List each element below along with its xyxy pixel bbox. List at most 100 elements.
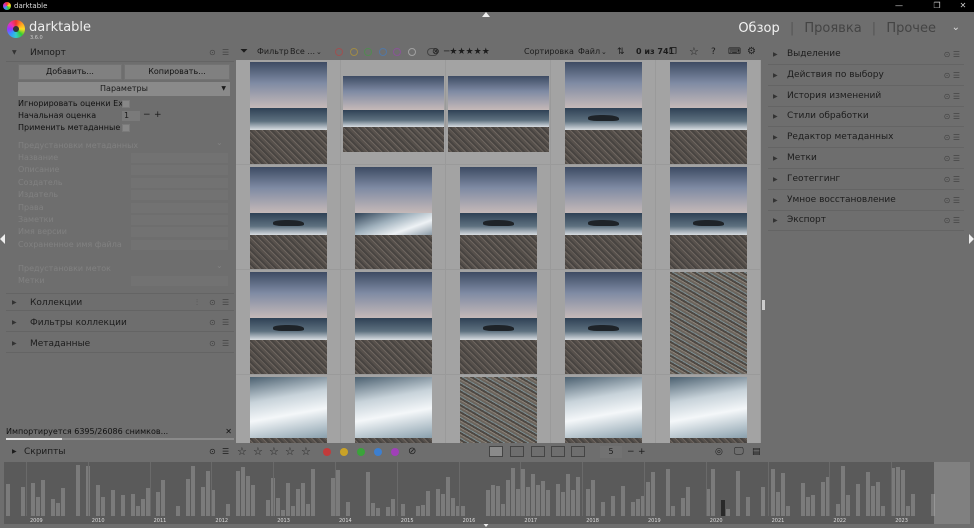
apply-metadata-checkbox[interactable] xyxy=(122,124,130,132)
chevron-down-icon[interactable]: ⌄ xyxy=(952,22,960,33)
module-actions-icon[interactable]: ⊙ ☰ xyxy=(944,86,960,107)
thumbnail-cell[interactable] xyxy=(656,270,761,375)
module-actions-icon[interactable]: ⊙ ☰ xyxy=(944,148,960,169)
thumbnail-grid[interactable] xyxy=(236,60,761,443)
metadata-field-input[interactable] xyxy=(131,177,228,188)
module-actions-icon[interactable]: ⊙ ☰ xyxy=(944,127,960,148)
maximize-icon[interactable]: ❐ xyxy=(928,0,946,12)
minus-icon[interactable]: − xyxy=(143,110,151,120)
thumbnail-image[interactable] xyxy=(565,272,642,374)
star-3-icon[interactable]: ☆ xyxy=(269,443,279,461)
thumbnail-image[interactable] xyxy=(460,167,537,269)
zoomable-layout-icon[interactable] xyxy=(510,446,524,457)
thumbnail-image[interactable] xyxy=(250,272,327,374)
ignore-exif-checkbox[interactable] xyxy=(122,100,130,108)
star-5-icon[interactable]: ☆ xyxy=(301,443,311,461)
metadata-field-input[interactable] xyxy=(131,239,228,250)
reset-icon[interactable]: ⊙ xyxy=(209,314,216,332)
sort-dropdown[interactable]: Файл xyxy=(578,44,600,60)
thumbnail-cell[interactable] xyxy=(341,270,446,375)
collapse-right-arrow-icon[interactable] xyxy=(969,234,974,244)
copy-button[interactable]: Копировать... xyxy=(124,64,230,80)
grouping-icon[interactable]: ❐ xyxy=(669,44,677,60)
star-overlay-icon[interactable]: ☆ xyxy=(689,44,699,60)
right-module-header[interactable]: ▶ Стили обработки ⊙ ☰ xyxy=(768,106,964,128)
collapse-top-arrow-icon[interactable] xyxy=(482,12,490,17)
right-module-header[interactable]: ▶ Действия по выбору ⊙ ☰ xyxy=(768,65,964,86)
thumbnail-image[interactable] xyxy=(355,272,432,374)
help-icon[interactable]: ? xyxy=(711,44,716,60)
thumbnail-cell[interactable] xyxy=(341,60,446,165)
color-label-1-icon[interactable] xyxy=(340,448,348,456)
view-lighttable[interactable]: Обзор xyxy=(738,21,779,36)
right-module-header[interactable]: ▶ Экспорт ⊙ ☰ xyxy=(768,210,964,232)
thumbnail-cell[interactable] xyxy=(446,165,551,270)
filemanager-layout-icon[interactable] xyxy=(489,446,503,457)
module-collection-filters-header[interactable]: ▶ Фильтры коллекции ⊙ ☰ xyxy=(6,314,234,332)
thumbnail-cell[interactable] xyxy=(551,60,656,165)
right-module-header[interactable]: ▶ История изменений ⊙ ☰ xyxy=(768,86,964,107)
thumbnail-image[interactable] xyxy=(670,272,747,374)
module-actions-icon[interactable]: ⊙ ☰ xyxy=(944,169,960,190)
gear-icon[interactable]: ⚙ xyxy=(747,44,756,60)
presets-icon[interactable]: ☰ xyxy=(222,443,229,461)
right-module-header[interactable]: ▶ Редактор метаданных ⊙ ☰ xyxy=(768,127,964,149)
color-label-4-icon[interactable] xyxy=(391,448,399,456)
right-module-header[interactable]: ▶ Умное восстановление ⊙ ☰ xyxy=(768,190,964,211)
right-module-header[interactable]: ▶ Метки ⊙ ☰ xyxy=(768,148,964,169)
chevron-down-icon[interactable]: ⌄ xyxy=(316,44,322,60)
metadata-field-input[interactable] xyxy=(131,215,228,225)
thumbnail-image[interactable] xyxy=(670,62,747,164)
tags-field[interactable] xyxy=(131,276,228,286)
thumbnail-cell[interactable] xyxy=(341,375,446,443)
reset-icon[interactable]: ⊙ xyxy=(209,44,216,62)
right-module-header[interactable]: ▶ Геотеггинг ⊙ ☰ xyxy=(768,169,964,190)
color-label-2-icon[interactable] xyxy=(357,448,365,456)
presets-icon[interactable]: ☰ xyxy=(222,335,229,353)
thumbnail-cell[interactable] xyxy=(656,60,761,165)
filter-dropdown[interactable]: Все ... xyxy=(290,44,315,60)
star-1-icon[interactable]: ☆ xyxy=(237,443,247,461)
module-collections-header[interactable]: ▶ Коллекции ⫶ ⊙ ☰ xyxy=(6,293,234,311)
metadata-field-input[interactable] xyxy=(131,165,228,176)
module-metadata-header[interactable]: ▶ Метаданные ⊙ ☰ xyxy=(6,335,234,353)
thumbnail-image[interactable] xyxy=(250,377,327,443)
right-module-header[interactable]: ▶ Выделение ⊙ ☰ xyxy=(768,44,964,65)
metadata-field-input[interactable] xyxy=(131,227,228,238)
scripts-label[interactable]: Скрипты xyxy=(24,443,66,461)
reject-icon[interactable]: ⊗ xyxy=(432,44,440,60)
thumbnail-cell[interactable] xyxy=(551,270,656,375)
view-other[interactable]: Прочее xyxy=(886,21,936,36)
plus-icon[interactable]: + xyxy=(638,443,646,461)
color-filter-1-icon[interactable] xyxy=(349,48,358,56)
filter-icon[interactable]: ⏷ xyxy=(240,44,248,60)
metadata-field-input[interactable] xyxy=(131,153,228,163)
thumbnail-image[interactable] xyxy=(355,167,432,269)
thumbnail-image[interactable] xyxy=(670,377,747,443)
thumbnail-image[interactable] xyxy=(343,76,444,152)
thumbnail-image[interactable] xyxy=(448,76,549,152)
metadata-field-input[interactable] xyxy=(131,190,228,201)
presets-icon[interactable]: ☰ xyxy=(222,44,229,62)
star-4-icon[interactable]: ☆ xyxy=(285,443,295,461)
sort-icon[interactable]: ⫶ xyxy=(196,294,198,312)
grid-scrollbar[interactable] xyxy=(762,300,765,310)
thumbnail-cell[interactable] xyxy=(446,60,551,165)
minus-icon[interactable]: − xyxy=(627,443,635,461)
module-actions-icon[interactable]: ⊙ ☰ xyxy=(944,210,960,231)
clear-labels-icon[interactable]: ⊘ xyxy=(408,443,416,461)
rating-filter-stars[interactable]: ─★★★★★ xyxy=(444,44,490,60)
color-label-3-icon[interactable] xyxy=(374,448,382,456)
thumbnail-cell[interactable] xyxy=(446,270,551,375)
timeline-selection[interactable] xyxy=(934,462,970,524)
overlay-icon[interactable]: ▤ xyxy=(752,443,761,461)
thumbnail-image[interactable] xyxy=(565,377,642,443)
chevron-down-icon[interactable]: ⌄ xyxy=(601,44,607,60)
thumbnail-cell[interactable] xyxy=(236,375,341,443)
culling-fixed-icon[interactable] xyxy=(531,446,545,457)
thumbnail-image[interactable] xyxy=(460,377,537,443)
cancel-icon[interactable]: ✕ xyxy=(225,426,232,438)
close-icon[interactable]: ✕ xyxy=(954,0,972,12)
thumbnail-cell[interactable] xyxy=(551,165,656,270)
metadata-field-input[interactable] xyxy=(131,202,228,213)
